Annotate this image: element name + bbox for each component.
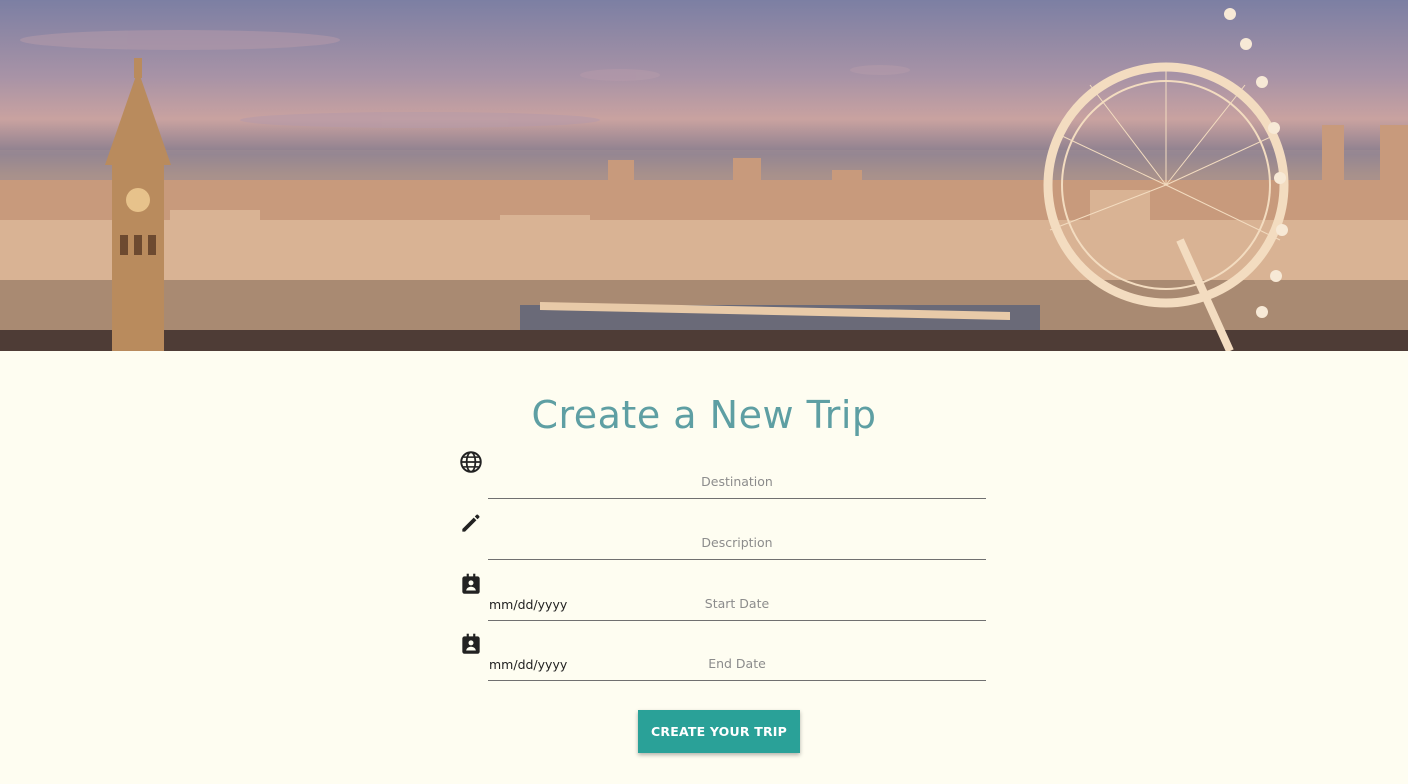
end-date-underline <box>488 680 986 681</box>
description-label: Description <box>701 535 773 550</box>
calendar-icon <box>458 631 484 657</box>
start-date-field-row: mm/dd/yyyy Start Date <box>458 571 988 621</box>
start-date-label: Start Date <box>704 596 770 611</box>
description-underline <box>488 559 986 560</box>
end-date-label: End Date <box>708 656 766 671</box>
description-field-row: Description <box>458 510 988 560</box>
destination-field-row: Destination <box>458 449 988 499</box>
calendar-icon <box>458 571 484 597</box>
end-date-field-row: mm/dd/yyyy End Date <box>458 631 988 681</box>
create-trip-button[interactable]: CREATE YOUR TRIP <box>638 710 800 753</box>
skyline-illustration <box>0 8 1408 351</box>
destination-label: Destination <box>701 474 773 489</box>
pencil-icon <box>458 510 484 536</box>
start-date-underline <box>488 620 986 621</box>
hero-image <box>0 0 1408 351</box>
globe-icon <box>458 449 484 475</box>
destination-underline <box>488 498 986 499</box>
page-title: Create a New Trip <box>531 393 877 437</box>
